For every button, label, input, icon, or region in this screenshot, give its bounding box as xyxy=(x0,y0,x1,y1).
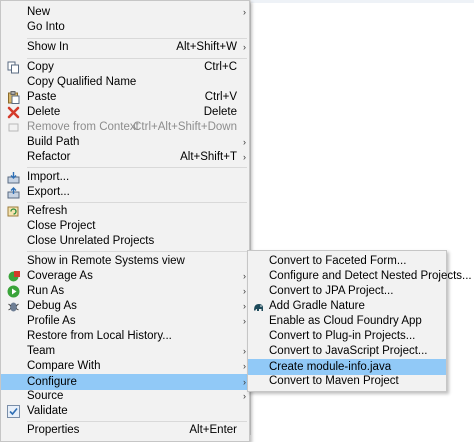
menu-item-validate[interactable]: Validate xyxy=(1,404,249,419)
submenu-arrow-icon: › xyxy=(243,377,246,387)
paste-icon xyxy=(8,91,20,104)
submenu-arrow-icon: › xyxy=(243,286,246,296)
menu-item-copy[interactable]: Copy Ctrl+C xyxy=(1,60,249,75)
submenu-arrow-icon: › xyxy=(243,361,246,371)
menu-separator xyxy=(27,38,247,39)
menu-item-show-in-remote-systems-view[interactable]: Show in Remote Systems view xyxy=(1,254,249,269)
menu-item-coverage-as[interactable]: Coverage As › xyxy=(1,269,249,284)
configure-submenu: Convert to Faceted Form... Configure and… xyxy=(247,250,472,392)
context-menu: New › Go Into Show In Alt+Shift+W › Copy… xyxy=(0,0,250,442)
shortcut-label: Ctrl+C xyxy=(204,61,237,73)
submenu-arrow-icon: › xyxy=(243,301,246,311)
menu-separator xyxy=(27,202,247,203)
remove-from-context-icon xyxy=(8,123,19,132)
menu-item-properties[interactable]: Properties Alt+Enter xyxy=(1,423,249,438)
menu-separator xyxy=(27,421,247,422)
submenu-item-convert-to-javascript-project[interactable]: Convert to JavaScript Project... xyxy=(248,344,446,359)
submenu-arrow-icon: › xyxy=(243,346,246,356)
menu-item-build-path[interactable]: Build Path › xyxy=(1,135,249,150)
submenu-arrow-icon: › xyxy=(243,316,246,326)
menu-item-restore-from-local-history[interactable]: Restore from Local History... xyxy=(1,329,249,344)
run-icon xyxy=(7,285,20,298)
submenu-arrow-icon: › xyxy=(243,152,246,162)
shortcut-label: Ctrl+V xyxy=(204,91,237,103)
menu-item-delete[interactable]: Delete Delete xyxy=(1,105,249,120)
menu-item-close-project[interactable]: Close Project xyxy=(1,219,249,234)
menu-item-compare-with[interactable]: Compare With › xyxy=(1,359,249,374)
coverage-icon xyxy=(8,271,20,282)
menu-item-remove-from-context[interactable]: Remove from Context Ctrl+Alt+Shift+Down xyxy=(1,120,249,135)
submenu-item-convert-to-jpa-project[interactable]: Convert to JPA Project... xyxy=(248,284,446,299)
menu-item-profile-as[interactable]: Profile As › xyxy=(1,314,249,329)
submenu-item-convert-to-faceted-form[interactable]: Convert to Faceted Form... xyxy=(248,254,446,269)
menu-item-export[interactable]: Export... xyxy=(1,185,249,200)
submenu-arrow-icon: › xyxy=(243,7,246,17)
submenu-item-enable-cloud-foundry-app[interactable]: Enable as Cloud Foundry App xyxy=(248,314,446,329)
gradle-elephant-icon xyxy=(254,304,263,311)
menu-item-debug-as[interactable]: Debug As › xyxy=(1,299,249,314)
submenu-arrow-icon: › xyxy=(243,42,246,52)
menu-separator xyxy=(27,58,247,59)
menu-item-team[interactable]: Team › xyxy=(1,344,249,359)
submenu-item-configure-detect-nested-projects[interactable]: Configure and Detect Nested Projects... xyxy=(248,269,472,284)
shortcut-label: Delete xyxy=(203,106,237,118)
menu-item-go-into[interactable]: Go Into xyxy=(1,20,249,35)
checkmark-icon xyxy=(7,405,20,418)
menu-separator xyxy=(27,167,247,168)
shortcut-label: Alt+Enter xyxy=(189,424,237,436)
shortcut-label: Alt+Shift+W xyxy=(176,41,237,53)
menu-item-paste[interactable]: Paste Ctrl+V xyxy=(1,90,249,105)
shortcut-label: Ctrl+Alt+Shift+Down xyxy=(133,121,237,133)
submenu-arrow-icon: › xyxy=(243,271,246,281)
submenu-item-convert-to-plugin-projects[interactable]: Convert to Plug-in Projects... xyxy=(248,329,446,344)
export-icon xyxy=(7,187,20,199)
menu-item-show-in[interactable]: Show In Alt+Shift+W › xyxy=(1,40,249,55)
refresh-icon xyxy=(7,206,19,217)
delete-icon xyxy=(7,106,20,119)
menu-item-source[interactable]: Source › xyxy=(1,389,249,404)
menu-item-refresh[interactable]: Refresh xyxy=(1,204,249,219)
submenu-arrow-icon: › xyxy=(243,137,246,147)
copy-icon xyxy=(7,61,19,74)
menu-item-configure[interactable]: Configure › xyxy=(1,374,249,390)
submenu-item-convert-to-maven-project[interactable]: Convert to Maven Project xyxy=(248,374,446,389)
debug-icon xyxy=(8,302,19,312)
submenu-arrow-icon: › xyxy=(243,391,246,401)
menu-item-run-as[interactable]: Run As › xyxy=(1,284,249,299)
import-icon xyxy=(7,172,20,184)
menu-item-copy-qualified-name[interactable]: Copy Qualified Name xyxy=(1,75,249,90)
menu-item-new[interactable]: New › xyxy=(1,5,249,20)
menu-item-close-unrelated-projects[interactable]: Close Unrelated Projects xyxy=(1,234,249,249)
submenu-item-add-gradle-nature[interactable]: Add Gradle Nature xyxy=(248,299,446,314)
menu-separator xyxy=(27,251,247,252)
menu-item-import[interactable]: Import... xyxy=(1,170,249,185)
submenu-item-create-module-info[interactable]: Create module-info.java xyxy=(248,359,446,375)
shortcut-label: Alt+Shift+T xyxy=(180,151,237,163)
menu-item-refactor[interactable]: Refactor Alt+Shift+T › xyxy=(1,150,249,165)
